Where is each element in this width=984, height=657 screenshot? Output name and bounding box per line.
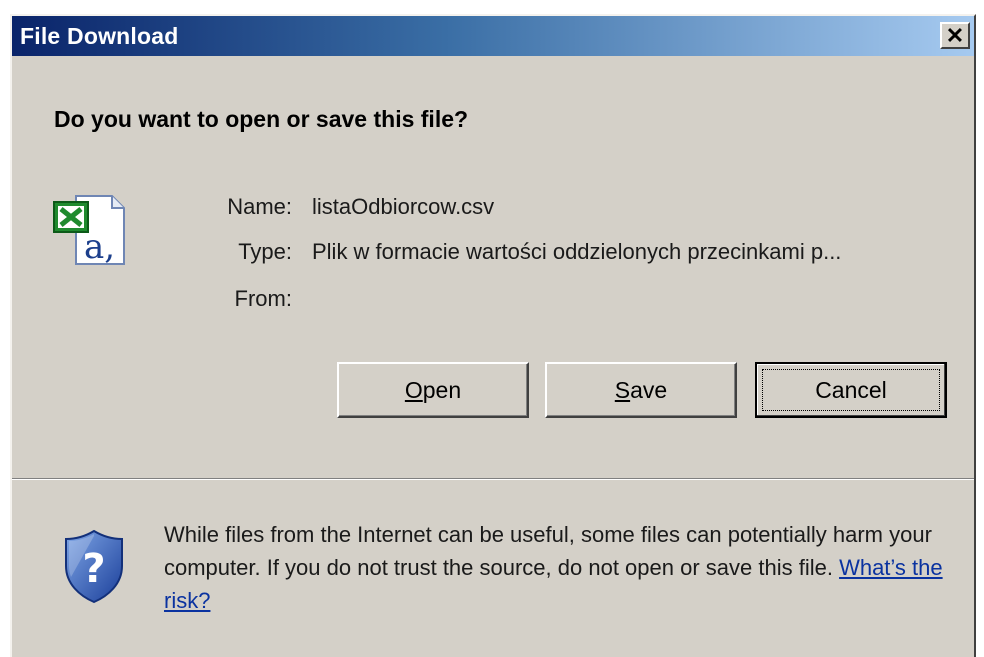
save-button[interactable]: Save <box>545 362 737 418</box>
prompt-question: Do you want to open or save this file? <box>54 106 469 132</box>
file-download-dialog: File Download ✕ Do you want to open or s… <box>10 14 976 657</box>
name-label: Name: <box>227 194 292 219</box>
name-value: listaOdbiorcow.csv <box>312 194 495 219</box>
close-icon: ✕ <box>945 22 965 48</box>
title-bar[interactable]: File Download ✕ <box>12 16 974 56</box>
from-label: From: <box>234 286 292 311</box>
security-shield-question-icon: ? <box>65 529 123 604</box>
close-button[interactable]: ✕ <box>940 22 970 49</box>
section-divider-highlight <box>12 479 974 480</box>
type-label: Type: <box>238 239 292 264</box>
open-button-label: Open <box>404 376 462 403</box>
save-button-label: Save <box>614 376 668 403</box>
open-button[interactable]: Open <box>337 362 529 418</box>
focus-ring <box>762 369 940 411</box>
cancel-button[interactable]: Cancel <box>755 362 947 418</box>
window-title: File Download <box>20 23 179 49</box>
type-value: Plik w formacie wartości oddzielonych pr… <box>312 239 842 264</box>
warning-text: While files from the Internet can be use… <box>164 522 932 580</box>
security-warning: While files from the Internet can be use… <box>164 518 964 617</box>
svg-text:?: ? <box>82 546 105 592</box>
